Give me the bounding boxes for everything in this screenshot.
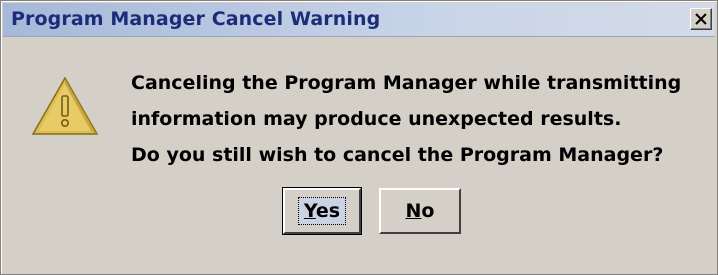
warning-message: Canceling the Program Manager while tran…: [131, 65, 681, 173]
message-line: Do you still wish to cancel the Program …: [131, 144, 664, 166]
yes-button[interactable]: Yes: [282, 187, 362, 235]
message-line: Canceling the Program Manager while tran…: [131, 72, 682, 94]
window-title: Program Manager Cancel Warning: [11, 8, 381, 30]
close-icon: [695, 13, 707, 25]
close-button[interactable]: [690, 8, 712, 30]
no-button[interactable]: No: [379, 188, 461, 234]
title-bar[interactable]: Program Manager Cancel Warning: [3, 3, 715, 37]
warning-icon: [31, 76, 99, 135]
no-button-label: No: [405, 200, 435, 222]
message-line: information may produce unexpected resul…: [131, 108, 622, 130]
yes-button-label: Yes: [297, 197, 347, 225]
cancel-warning-dialog: Program Manager Cancel Warning Canceling…: [0, 0, 718, 275]
